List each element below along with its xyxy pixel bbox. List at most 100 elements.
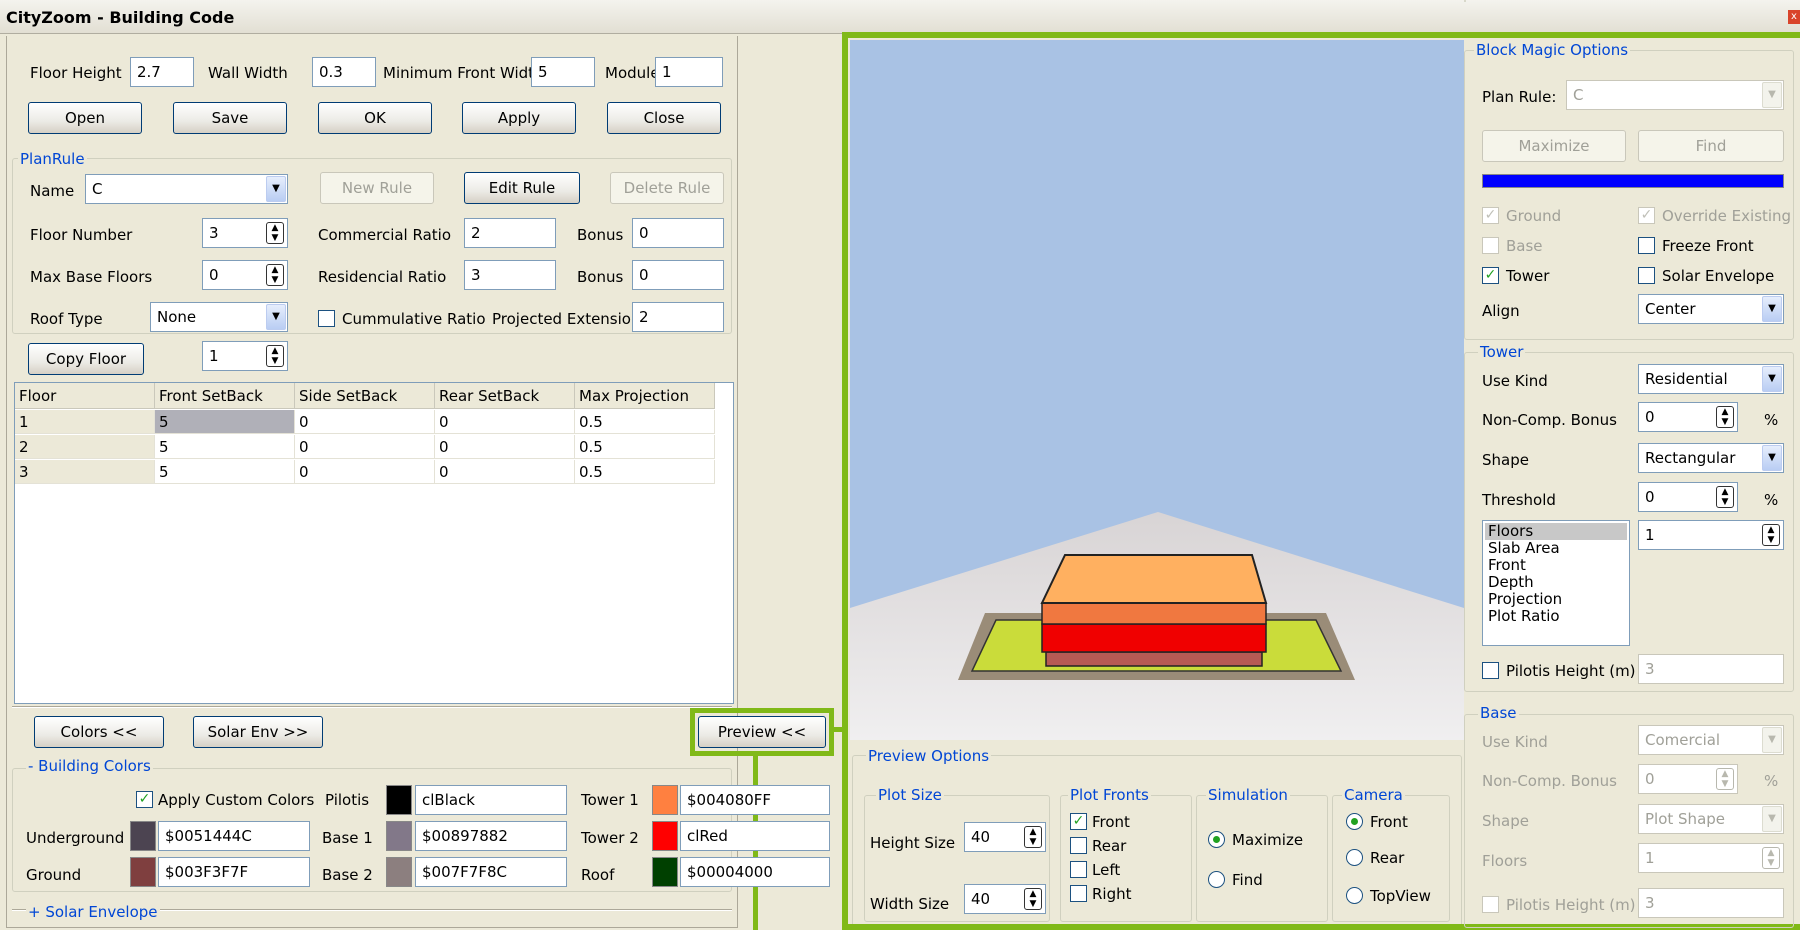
override-existing-checkbox[interactable]: ✓ (1638, 207, 1655, 224)
column-header-rear-setback[interactable]: Rear SetBack (435, 383, 575, 409)
base-checkbox[interactable] (1482, 237, 1499, 254)
ground-color-field[interactable]: $003F3F7F (158, 857, 310, 887)
spin-arrows-icon[interactable]: ▲ ▼ (266, 345, 284, 367)
maximize-button[interactable]: Maximize (1482, 130, 1626, 162)
roof-color-swatch[interactable] (652, 857, 678, 887)
max-base-spinner[interactable]: 0 ▲ ▼ (202, 260, 288, 290)
wall-width-field[interactable]: 0.3 (312, 57, 376, 87)
column-header-floor[interactable]: Floor (15, 383, 155, 409)
tower-criteria-spinner[interactable]: 1 ▲ ▼ (1638, 520, 1784, 550)
list-item[interactable]: Front (1485, 557, 1627, 574)
table-cell[interactable]: 1 (15, 410, 155, 434)
chevron-down-icon[interactable]: ▼ (1762, 806, 1782, 832)
column-header-front-setback[interactable]: Front SetBack (155, 383, 295, 409)
table-cell[interactable]: 0 (295, 460, 435, 484)
base-shape-dropdown[interactable]: Plot Shape ▼ (1638, 804, 1784, 834)
table-cell-selected[interactable]: 5 (155, 410, 295, 434)
table-cell[interactable]: 0 (435, 460, 575, 484)
spin-arrows-icon[interactable]: ▲ ▼ (1762, 524, 1780, 546)
roof-type-dropdown[interactable]: None ▼ (150, 302, 288, 332)
pilotis-color-swatch[interactable] (386, 785, 412, 815)
base-pilotis-checkbox[interactable] (1482, 896, 1499, 913)
base2-color-field[interactable]: $007F7F8C (415, 857, 567, 887)
tower-noncomp-spinner[interactable]: 0 ▲ ▼ (1638, 402, 1738, 432)
chevron-down-icon[interactable]: ▼ (266, 176, 286, 202)
close-button[interactable]: Close (607, 102, 721, 134)
tower2-color-swatch[interactable] (652, 821, 678, 851)
find-button[interactable]: Find (1638, 130, 1784, 162)
edit-rule-button[interactable]: Edit Rule (464, 172, 580, 204)
save-button[interactable]: Save (173, 102, 287, 134)
base1-color-field[interactable]: $00897882 (415, 821, 567, 851)
residencial-ratio-field[interactable]: 3 (464, 260, 556, 290)
list-item[interactable]: Slab Area (1485, 540, 1627, 557)
tower-checkbox[interactable]: ✓ (1482, 267, 1499, 284)
base-noncomp-spinner[interactable]: 0 ▲ ▼ (1638, 764, 1738, 794)
spin-arrows-icon[interactable]: ▲ ▼ (266, 264, 284, 286)
list-item[interactable]: Depth (1485, 574, 1627, 591)
spin-arrows-icon[interactable]: ▲ ▼ (1762, 847, 1780, 869)
underground-color-swatch[interactable] (130, 821, 156, 851)
underground-color-field[interactable]: $0051444C (158, 821, 310, 851)
chevron-down-icon[interactable]: ▼ (1762, 296, 1782, 322)
align-dropdown[interactable]: Center ▼ (1638, 294, 1784, 324)
plan-rule-dropdown[interactable]: C ▼ (1566, 80, 1784, 110)
roof-color-field[interactable]: $00004000 (680, 857, 830, 887)
chevron-down-icon[interactable]: ▼ (1762, 366, 1782, 392)
table-cell[interactable]: 2 (15, 435, 155, 459)
column-header-max-projection[interactable]: Max Projection (575, 383, 715, 409)
floor-height-field[interactable]: 2.7 (130, 57, 194, 87)
min-front-field[interactable]: 5 (531, 57, 595, 87)
list-item[interactable]: Floors (1485, 523, 1627, 540)
ground-checkbox[interactable]: ✓ (1482, 207, 1499, 224)
module-field[interactable]: 1 (655, 57, 723, 87)
ground-color-swatch[interactable] (130, 857, 156, 887)
colors-toggle-button[interactable]: Colors << (34, 716, 164, 748)
floor-number-spinner[interactable]: 3 ▲ ▼ (202, 218, 288, 248)
column-header-side-setback[interactable]: Side SetBack (295, 383, 435, 409)
base-pilotis-field[interactable]: 3 (1638, 888, 1784, 918)
commercial-bonus-field[interactable]: 0 (632, 218, 724, 248)
tower-use-kind-dropdown[interactable]: Residential ▼ (1638, 364, 1784, 394)
floor-setback-table[interactable]: Floor Front SetBack Side SetBack Rear Se… (14, 382, 734, 704)
solar-envelope-checkbox[interactable] (1638, 267, 1655, 284)
spin-arrows-icon[interactable]: ▲ ▼ (1716, 486, 1734, 508)
chevron-down-icon[interactable]: ▼ (266, 304, 286, 330)
pilotis-color-field[interactable]: clBlack (415, 785, 567, 815)
spin-arrows-icon[interactable]: ▲ ▼ (266, 222, 284, 244)
tower-pilotis-field[interactable]: 3 (1638, 654, 1784, 684)
spin-arrows-icon[interactable]: ▲ ▼ (1716, 768, 1734, 790)
ok-button[interactable]: OK (318, 102, 432, 134)
table-cell[interactable]: 5 (155, 435, 295, 459)
apply-custom-colors-checkbox[interactable]: ✓ (136, 791, 153, 808)
open-button[interactable]: Open (28, 102, 142, 134)
tower1-color-field[interactable]: $004080FF (680, 785, 830, 815)
residencial-bonus-field[interactable]: 0 (632, 260, 724, 290)
table-cell[interactable]: 5 (155, 460, 295, 484)
tower-threshold-spinner[interactable]: 0 ▲ ▼ (1638, 482, 1738, 512)
solar-env-toggle-button[interactable]: Solar Env >> (193, 716, 323, 748)
new-rule-button[interactable]: New Rule (320, 172, 434, 204)
cumulative-checkbox[interactable] (318, 310, 335, 327)
tower1-color-swatch[interactable] (652, 785, 678, 815)
table-cell[interactable]: 0 (295, 435, 435, 459)
copy-floor-spinner[interactable]: 1 ▲ ▼ (202, 341, 288, 371)
base1-color-swatch[interactable] (386, 821, 412, 851)
chevron-down-icon[interactable]: ▼ (1762, 727, 1782, 753)
table-cell[interactable]: 3 (15, 460, 155, 484)
tower-pilotis-checkbox[interactable] (1482, 662, 1499, 679)
freeze-front-checkbox[interactable] (1638, 237, 1655, 254)
chevron-down-icon[interactable]: ▼ (1762, 445, 1782, 471)
spin-arrows-icon[interactable]: ▲ ▼ (1716, 406, 1734, 428)
delete-rule-button[interactable]: Delete Rule (610, 172, 724, 204)
apply-button[interactable]: Apply (462, 102, 576, 134)
list-item[interactable]: Plot Ratio (1485, 608, 1627, 625)
commercial-ratio-field[interactable]: 2 (464, 218, 556, 248)
tower-shape-dropdown[interactable]: Rectangular ▼ (1638, 443, 1784, 473)
table-cell[interactable]: 0 (435, 410, 575, 434)
base-use-kind-dropdown[interactable]: Comercial ▼ (1638, 725, 1784, 755)
table-cell[interactable]: 0.5 (575, 435, 715, 459)
close-icon[interactable]: x (1788, 10, 1800, 24)
base2-color-swatch[interactable] (386, 857, 412, 887)
solar-envelope-title[interactable]: + Solar Envelope (26, 903, 160, 921)
